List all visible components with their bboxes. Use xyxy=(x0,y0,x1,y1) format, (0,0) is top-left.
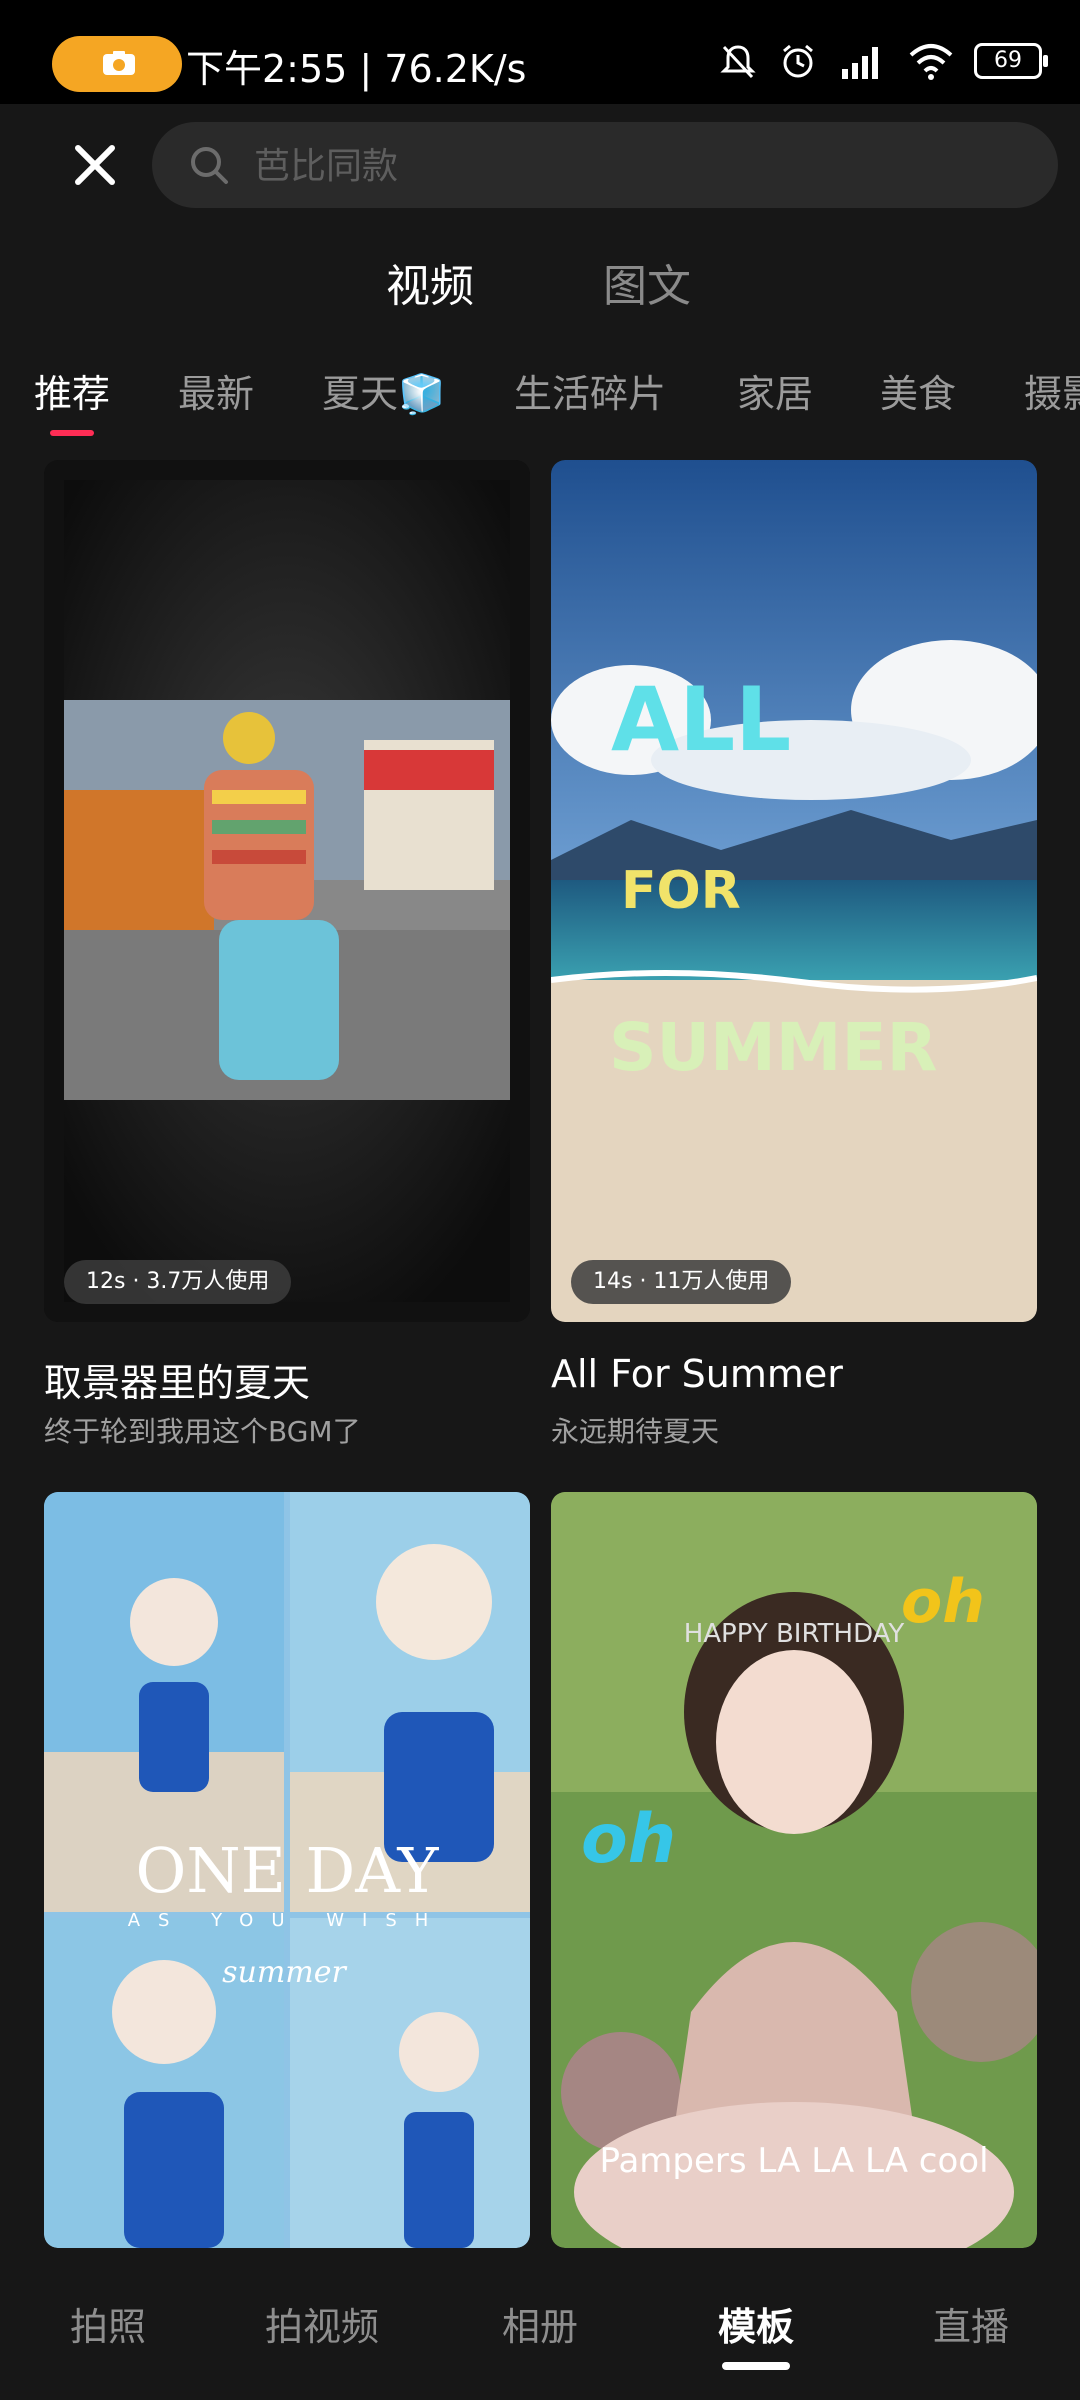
tab-video[interactable]: 视频 xyxy=(386,250,474,314)
card-subtitle: 终于轮到我用这个BGM了 xyxy=(44,1415,361,1448)
category-life-fragments[interactable]: 生活碎片 xyxy=(514,363,666,418)
card-subtitle: 永远期待夏天 xyxy=(551,1415,720,1448)
template-card[interactable]: 12s · 3.7万人使用 xyxy=(44,460,530,1450)
all-for-summer-thumbnail: ALL FOR SUMMER xyxy=(551,460,1037,1322)
category-photography[interactable]: 摄影 xyxy=(1024,363,1080,418)
usage-badge: 12s · 3.7万人使用 xyxy=(64,1260,292,1304)
category-active-indicator xyxy=(50,430,94,436)
bottom-nav: 拍照 拍视频 相册 模板 直播 xyxy=(0,2248,1080,2400)
category-tabs: 推荐 最新 夏天🧊 生活碎片 家居 美食 摄影 xyxy=(0,355,1080,435)
viewfinder-summer-thumbnail xyxy=(44,460,530,1322)
status-icons: 69 xyxy=(718,38,1048,84)
usage-badge: 14s · 11万人使用 xyxy=(571,1260,792,1304)
nav-photo[interactable]: 拍照 xyxy=(70,2296,146,2351)
card-title[interactable]: All For Summer xyxy=(551,1352,843,1396)
tab-image-text[interactable]: 图文 xyxy=(603,250,691,314)
one-day-thumbnail: ONE DAY AS YOU WISH summer xyxy=(44,1492,530,2248)
overlay-text-for: FOR xyxy=(621,861,741,921)
template-card[interactable]: ALL FOR SUMMER 14s · 11万人使用 xyxy=(551,460,1037,1450)
nav-active-indicator xyxy=(722,2362,790,2370)
alarm-icon xyxy=(783,44,813,78)
nav-album[interactable]: 相册 xyxy=(502,2296,578,2351)
camera-icon xyxy=(103,51,135,75)
category-summer[interactable]: 夏天🧊 xyxy=(322,363,445,418)
mute-bell-icon xyxy=(720,45,756,79)
overlay-oh-yellow: oh xyxy=(901,1567,985,1637)
template-card[interactable]: ONE DAY AS YOU WISH summer xyxy=(44,1492,530,2248)
camera-indicator[interactable] xyxy=(52,36,182,92)
status-bar: 下午2:55 | 76.2K/s 69 xyxy=(0,0,1080,104)
overlay-as-you-wish: AS YOU WISH xyxy=(128,1910,447,1931)
search-icon xyxy=(191,147,228,184)
overlay-text-summer: SUMMER xyxy=(609,1009,937,1086)
category-latest[interactable]: 最新 xyxy=(178,363,254,418)
template-thumbnail[interactable]: ALL FOR SUMMER xyxy=(551,460,1037,1322)
card-title[interactable]: 取景器里的夏天 xyxy=(44,1352,310,1407)
overlay-crown: HAPPY BIRTHDAY xyxy=(684,1619,905,1649)
category-home[interactable]: 家居 xyxy=(737,363,813,418)
template-thumbnail[interactable]: HAPPY BIRTHDAY oh oh Pampers LA LA LA co… xyxy=(551,1492,1037,2248)
nav-templates[interactable]: 模板 xyxy=(718,2296,794,2351)
overlay-oh-blue: oh xyxy=(581,1800,676,1879)
signal-icon xyxy=(842,47,878,79)
overlay-caption: Pampers LA LA LA cool xyxy=(599,2141,988,2181)
overlay-summer-script: summer xyxy=(222,1955,347,1990)
search-bar[interactable] xyxy=(152,122,1058,208)
template-thumbnail[interactable] xyxy=(44,460,530,1322)
pampers-thumbnail: HAPPY BIRTHDAY oh oh Pampers LA LA LA co… xyxy=(551,1492,1037,2248)
close-icon[interactable] xyxy=(70,140,120,190)
overlay-one-day: ONE DAY xyxy=(136,1834,440,1907)
nav-video[interactable]: 拍视频 xyxy=(265,2296,379,2351)
template-card[interactable]: HAPPY BIRTHDAY oh oh Pampers LA LA LA co… xyxy=(551,1492,1037,2248)
search-input[interactable] xyxy=(252,140,1016,192)
status-time: 下午2:55 | 76.2K/s xyxy=(186,47,527,91)
category-recommended[interactable]: 推荐 xyxy=(34,363,110,418)
nav-live[interactable]: 直播 xyxy=(933,2296,1009,2351)
category-food[interactable]: 美食 xyxy=(880,363,956,418)
template-thumbnail[interactable]: ONE DAY AS YOU WISH summer xyxy=(44,1492,530,2248)
wifi-icon xyxy=(909,44,953,80)
battery-indicator: 69 xyxy=(974,43,1048,79)
overlay-text-all: ALL xyxy=(611,668,791,771)
